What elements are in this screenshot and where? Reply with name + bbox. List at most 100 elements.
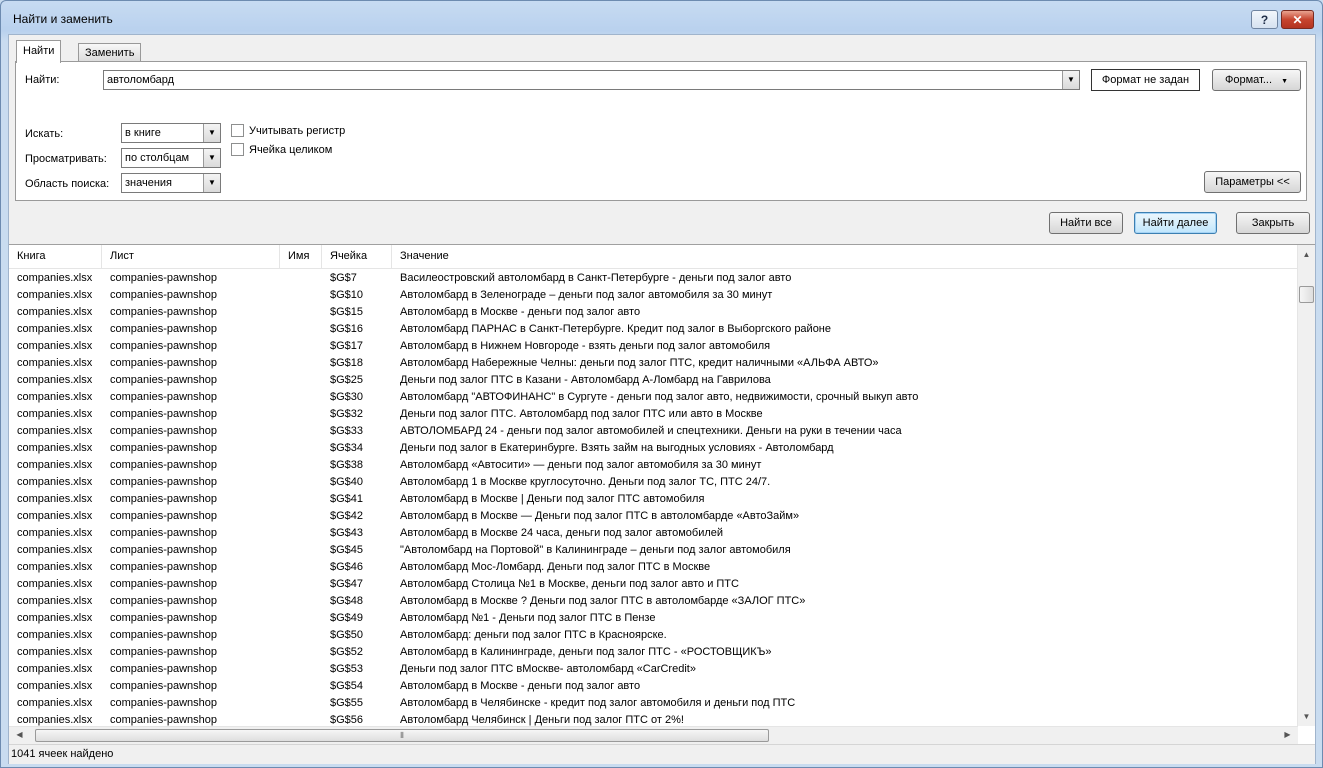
cell-book: companies.xlsx	[17, 425, 93, 437]
cell-book: companies.xlsx	[17, 442, 93, 454]
cell-value: Автоломбард в Зеленограде – деньги под з…	[400, 289, 773, 301]
results-list[interactable]: Книга Лист Имя Ячейка Значение companies…	[9, 244, 1315, 744]
table-row[interactable]: companies.xlsx companies-pawnshop $G$45 "Ав…	[9, 542, 1299, 559]
find-all-button[interactable]: Найти все	[1049, 212, 1123, 234]
scroll-up-icon[interactable]: ▲	[1298, 250, 1315, 259]
tab-find[interactable]: Найти	[16, 40, 62, 63]
params-button[interactable]: Параметры <<	[1204, 171, 1301, 193]
table-row[interactable]: companies.xlsx companies-pawnshop $G$33 АВТ…	[9, 423, 1299, 440]
find-input-value: автоломбард	[107, 74, 175, 86]
checkbox-box[interactable]	[231, 143, 244, 156]
checkbox-box[interactable]	[231, 124, 244, 137]
cell-sheet: companies-pawnshop	[110, 527, 218, 539]
table-row[interactable]: companies.xlsx companies-pawnshop $G$56 Авт…	[9, 712, 1299, 726]
whole-cell-checkbox[interactable]: Ячейка целиком	[231, 143, 332, 156]
lookin-label: Область поиска:	[25, 178, 110, 190]
cell-sheet: companies-pawnshop	[110, 459, 218, 471]
cell-address: $G$38	[330, 459, 364, 471]
cell-address: $G$40	[330, 476, 364, 488]
tab-replace[interactable]: Заменить	[78, 43, 142, 61]
find-input[interactable]: автоломбард ▼	[103, 70, 1080, 90]
format-button-label: Формат...	[1224, 74, 1273, 86]
horizontal-scrollbar[interactable]: ◀ ⦀ ▶	[9, 726, 1298, 744]
cell-sheet: companies-pawnshop	[110, 697, 218, 709]
cell-sheet: companies-pawnshop	[110, 272, 218, 284]
cell-sheet: companies-pawnshop	[110, 612, 218, 624]
table-row[interactable]: companies.xlsx companies-pawnshop $G$17 Авт…	[9, 338, 1299, 355]
cell-book: companies.xlsx	[17, 408, 93, 420]
help-button[interactable]: ?	[1251, 10, 1278, 29]
cell-sheet: companies-pawnshop	[110, 595, 218, 607]
chevron-down-icon[interactable]: ▼	[203, 174, 220, 192]
table-row[interactable]: companies.xlsx companies-pawnshop $G$48 Авт…	[9, 593, 1299, 610]
cell-value: Автоломбард Набережные Челны: деньги под…	[400, 357, 879, 369]
column-header-name[interactable]: Имя	[280, 245, 322, 268]
column-header-cell[interactable]: Ячейка	[322, 245, 392, 268]
close-button[interactable]: Закрыть	[1236, 212, 1310, 234]
cell-sheet: companies-pawnshop	[110, 391, 218, 403]
table-row[interactable]: companies.xlsx companies-pawnshop $G$38 Авт…	[9, 457, 1299, 474]
scroll-right-icon[interactable]: ▶	[1279, 730, 1296, 739]
table-row[interactable]: companies.xlsx companies-pawnshop $G$50 Авт…	[9, 627, 1299, 644]
cell-address: $G$32	[330, 408, 364, 420]
find-next-button[interactable]: Найти далее	[1134, 212, 1217, 234]
table-row[interactable]: companies.xlsx companies-pawnshop $G$42 Авт…	[9, 508, 1299, 525]
cell-value: "Автоломбард на Портовой" в Калининграде…	[400, 544, 791, 556]
scroll-down-icon[interactable]: ▼	[1298, 712, 1315, 721]
chevron-down-icon[interactable]: ▼	[1062, 71, 1079, 89]
table-row[interactable]: companies.xlsx companies-pawnshop $G$43 Авт…	[9, 525, 1299, 542]
table-row[interactable]: companies.xlsx companies-pawnshop $G$32 Ден…	[9, 406, 1299, 423]
column-header-book[interactable]: Книга	[9, 245, 102, 268]
scroll-thumb[interactable]: ⦀	[35, 729, 769, 742]
cell-sheet: companies-pawnshop	[110, 680, 218, 692]
cell-value: АВТОЛОМБАРД 24 - деньги под залог автомо…	[400, 425, 902, 437]
lookin-select[interactable]: значения ▼	[121, 173, 221, 193]
table-row[interactable]: companies.xlsx companies-pawnshop $G$40 Авт…	[9, 474, 1299, 491]
vertical-scrollbar[interactable]: ▲ ▼	[1297, 245, 1315, 726]
chevron-down-icon[interactable]: ▼	[203, 149, 220, 167]
table-row[interactable]: companies.xlsx companies-pawnshop $G$49 Авт…	[9, 610, 1299, 627]
cell-value: Василеостровский автоломбард в Санкт-Пет…	[400, 272, 792, 284]
title-bar[interactable]: Найти и заменить ? ✕	[1, 1, 1322, 35]
cell-sheet: companies-pawnshop	[110, 357, 218, 369]
cell-value: Автоломбард в Москве - деньги под залог …	[400, 680, 641, 692]
cell-address: $G$33	[330, 425, 364, 437]
table-row[interactable]: companies.xlsx companies-pawnshop $G$34 Ден…	[9, 440, 1299, 457]
table-row[interactable]: companies.xlsx companies-pawnshop $G$16 Авт…	[9, 321, 1299, 338]
cell-address: $G$42	[330, 510, 364, 522]
cell-value: Автоломбард Челябинск | Деньги под залог…	[400, 714, 684, 726]
close-window-button[interactable]: ✕	[1281, 10, 1314, 29]
table-row[interactable]: companies.xlsx companies-pawnshop $G$47 Авт…	[9, 576, 1299, 593]
cell-value: Автоломбард в Москве - деньги под залог …	[400, 306, 641, 318]
table-row[interactable]: companies.xlsx companies-pawnshop $G$25 Ден…	[9, 372, 1299, 389]
table-row[interactable]: companies.xlsx companies-pawnshop $G$15 Авт…	[9, 304, 1299, 321]
within-select[interactable]: в книге ▼	[121, 123, 221, 143]
cell-address: $G$49	[330, 612, 364, 624]
match-case-checkbox[interactable]: Учитывать регистр	[231, 124, 345, 137]
cell-sheet: companies-pawnshop	[110, 629, 218, 641]
cell-value: Автоломбард "АВТОФИНАНС" в Сургуте - ден…	[400, 391, 919, 403]
cell-sheet: companies-pawnshop	[110, 544, 218, 556]
column-header-sheet[interactable]: Лист	[102, 245, 280, 268]
table-row[interactable]: companies.xlsx companies-pawnshop $G$41 Авт…	[9, 491, 1299, 508]
cell-value: Автоломбард ПАРНАС в Санкт-Петербурге. К…	[400, 323, 832, 335]
scroll-thumb[interactable]	[1299, 286, 1314, 303]
scroll-left-icon[interactable]: ◀	[11, 730, 28, 739]
table-row[interactable]: companies.xlsx companies-pawnshop $G$54 Авт…	[9, 678, 1299, 695]
cell-address: $G$50	[330, 629, 364, 641]
table-row[interactable]: companies.xlsx companies-pawnshop $G$53 Ден…	[9, 661, 1299, 678]
chevron-down-icon: ▼	[1281, 78, 1289, 85]
table-row[interactable]: companies.xlsx companies-pawnshop $G$18 Авт…	[9, 355, 1299, 372]
cell-sheet: companies-pawnshop	[110, 306, 218, 318]
table-row[interactable]: companies.xlsx companies-pawnshop $G$46 Авт…	[9, 559, 1299, 576]
format-button[interactable]: Формат... ▼	[1212, 69, 1301, 91]
column-header-value[interactable]: Значение	[392, 245, 1299, 268]
cell-value: Автоломбард в Челябинске - кредит под за…	[400, 697, 796, 709]
table-row[interactable]: companies.xlsx companies-pawnshop $G$52 Авт…	[9, 644, 1299, 661]
table-row[interactable]: companies.xlsx companies-pawnshop $G$10 Авт…	[9, 287, 1299, 304]
chevron-down-icon[interactable]: ▼	[203, 124, 220, 142]
table-row[interactable]: companies.xlsx companies-pawnshop $G$30 Авт…	[9, 389, 1299, 406]
search-select[interactable]: по столбцам ▼	[121, 148, 221, 168]
table-row[interactable]: companies.xlsx companies-pawnshop $G$55 Авт…	[9, 695, 1299, 712]
table-row[interactable]: companies.xlsx companies-pawnshop $G$7 Васи…	[9, 270, 1299, 287]
